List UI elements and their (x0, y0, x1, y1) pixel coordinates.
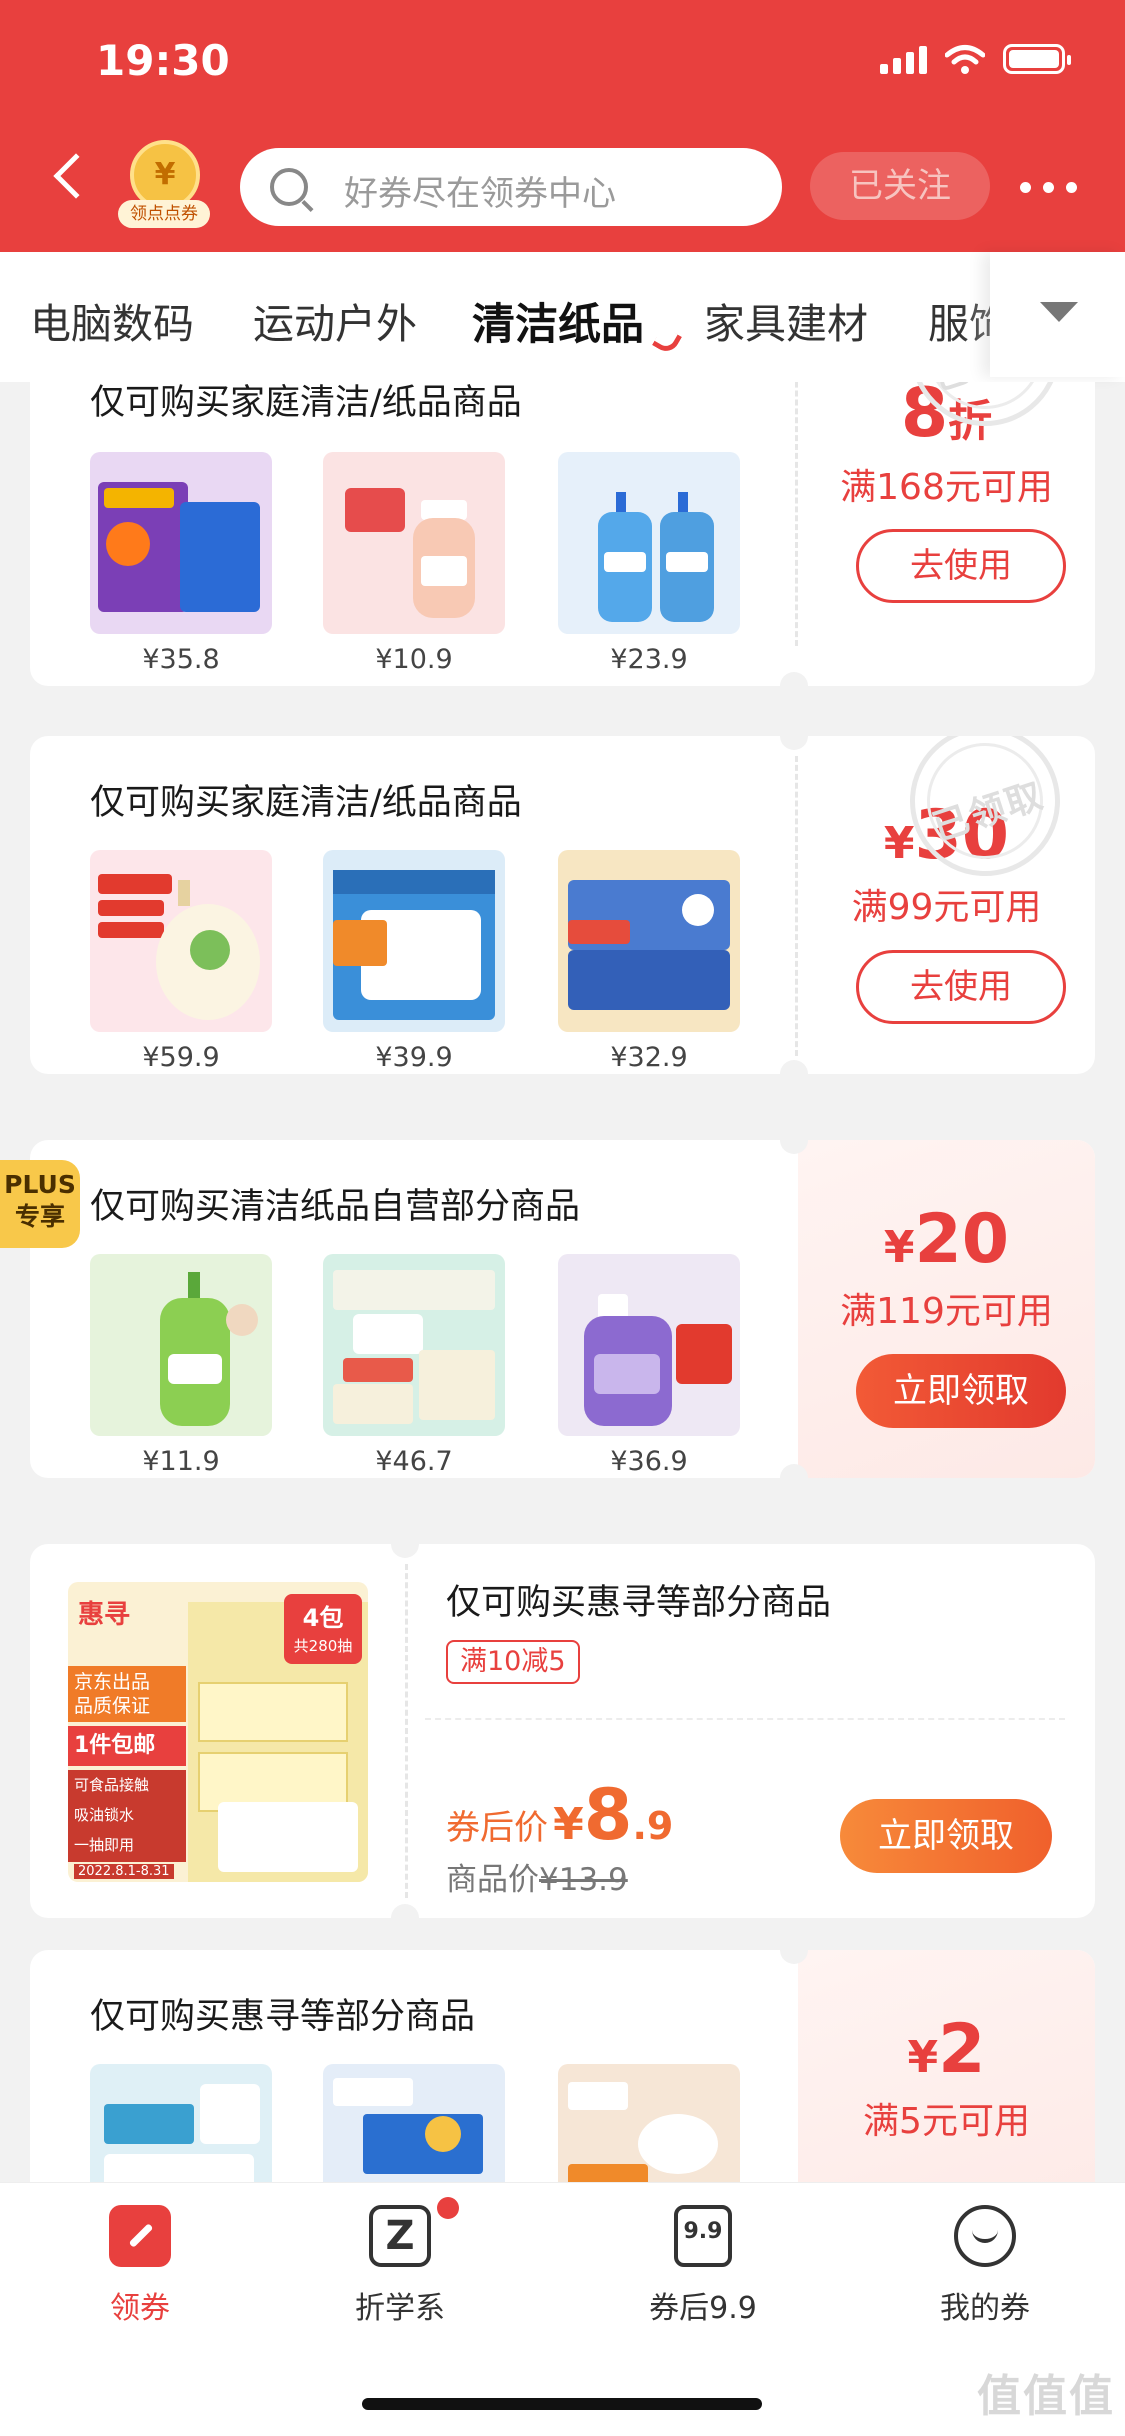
cotton-pads-image (558, 2064, 740, 2182)
product-price: ¥36.9 (610, 1446, 688, 1477)
coupon-ticket-icon (107, 2203, 173, 2269)
original-price: 商品价¥13.9 (446, 1862, 628, 1898)
handwash-bottle-image (323, 452, 505, 634)
back-arrow-icon[interactable] (53, 153, 99, 199)
claim-coupon-button[interactable]: 立即领取 (856, 1354, 1066, 1428)
tissue-box-image (323, 850, 505, 1032)
product-price: ¥32.9 (610, 1042, 688, 1073)
tab-outdoor[interactable]: 运动户外 (253, 290, 417, 350)
search-input[interactable]: 好券尽在领券中心 (240, 148, 782, 226)
follow-button[interactable]: 已关注 (810, 152, 990, 220)
tab-furniture[interactable]: 家具建材 (704, 290, 868, 350)
product-item[interactable]: ¥59.9 (90, 850, 272, 1073)
coin-badge-label: 领点点券 (118, 200, 210, 228)
nav-after-coupon-99[interactable]: 9.9 券后9.9 (603, 2203, 803, 2327)
signal-icon (880, 46, 927, 74)
wifi-icon (945, 45, 985, 74)
handwash-pair-image (558, 452, 740, 634)
coupon-condition: 满168元可用 (840, 467, 1053, 508)
discount-tag: 满10减5 (446, 1640, 580, 1684)
product-item[interactable]: ¥11.9 (90, 1254, 272, 1477)
product-item[interactable]: ¥10.9 (323, 452, 505, 675)
detergent-pack-image (90, 452, 272, 634)
watermark: 值值值 (977, 2371, 1115, 2422)
top-header: 19:30 ¥ 领点点券 好券尽在领券中心 已关注 (0, 0, 1125, 252)
coupon-card: 仅可购买清洁纸品自营部分商品 ¥11.9 ¥46.7 ¥36.9 ¥20 满11… (30, 1140, 1095, 1478)
coupon-condition: 满119元可用 (840, 1291, 1053, 1332)
coupon-condition: 满99元可用 (851, 887, 1042, 928)
home-indicator (362, 2398, 762, 2410)
coupon-side: ¥2 满5元可用 (798, 1950, 1095, 2182)
featured-product-image: 惠寻 4包 共280抽 京东出品 品质保证 1件包邮 可食品接触 吸油锁水 一抽… (68, 1582, 368, 1882)
category-tabs: 电脑数码 运动户外 清洁纸品 家具建材 服饰 (0, 252, 1125, 382)
product-item[interactable]: ¥35.8 (90, 452, 272, 675)
tabs-dropdown-button[interactable] (990, 252, 1125, 377)
body-wash-image (90, 850, 272, 1032)
coupon-card: 仅可购买家庭清洁/纸品商品 ¥35.8 ¥10.9 ¥23.9 8折 满168元… (30, 382, 1095, 686)
product-price: ¥35.8 (142, 644, 220, 675)
tissue-pack-image (558, 850, 740, 1032)
after-coupon-price: 券后价 ¥8.9 (446, 1774, 674, 1856)
product-price: ¥11.9 (142, 1446, 220, 1477)
status-time: 19:30 (96, 36, 230, 85)
product-item[interactable]: ¥23.9 (558, 452, 740, 675)
coupon-title: 仅可购买清洁纸品自营部分商品 (90, 1187, 581, 1227)
search-icon (270, 168, 308, 206)
notification-dot (437, 2197, 459, 2219)
handwash-green-image (90, 1254, 272, 1436)
nav-my-coupons[interactable]: 我的券 (885, 2203, 1085, 2327)
coupon-side: 8折 满168元可用 去使用 (798, 382, 1095, 686)
product-price: ¥10.9 (375, 644, 453, 675)
featured-title: 仅可购买惠寻等部分商品 (446, 1583, 832, 1623)
coupon-title: 仅可购买家庭清洁/纸品商品 (90, 783, 522, 823)
use-coupon-button[interactable]: 去使用 (856, 529, 1066, 603)
coupon-side: ¥20 满119元可用 立即领取 (798, 1140, 1095, 1478)
product-price: ¥46.7 (375, 1446, 453, 1477)
product-price: ¥59.9 (142, 1042, 220, 1073)
product-price: ¥23.9 (610, 644, 688, 675)
product-item[interactable]: ¥36.9 (558, 1254, 740, 1477)
tissue-bulk-image (323, 1254, 505, 1436)
coupon-card: 仅可购买惠寻等部分商品 ¥2 满5元可用 (30, 1950, 1095, 2182)
chevron-down-icon (1040, 302, 1078, 322)
floss-pack-image (90, 2064, 272, 2182)
product-item[interactable] (558, 2064, 740, 2182)
coupon-amount: ¥20 (883, 1200, 1010, 1279)
more-icon[interactable] (1020, 182, 1077, 193)
coupon-title: 仅可购买家庭清洁/纸品商品 (90, 383, 522, 423)
battery-pack-image (323, 2064, 505, 2182)
nav-zhexuexi[interactable]: Z 折学系 (300, 2197, 500, 2327)
tab-cleaning[interactable]: 清洁纸品 (472, 290, 644, 352)
search-placeholder: 好券尽在领券中心 (344, 174, 616, 214)
status-icons (880, 44, 1071, 74)
softener-bottle-image (558, 1254, 740, 1436)
product-item[interactable] (90, 2064, 272, 2182)
coupon-card: 仅可购买家庭清洁/纸品商品 ¥59.9 ¥39.9 ¥32.9 ¥30 满99元… (30, 736, 1095, 1074)
coupon-list: 仅可购买家庭清洁/纸品商品 ¥35.8 ¥10.9 ¥23.9 8折 满168元… (0, 382, 1125, 2182)
product-item[interactable]: ¥46.7 (323, 1254, 505, 1477)
use-coupon-button[interactable]: 去使用 (856, 950, 1066, 1024)
coupon-amount: ¥2 (907, 2010, 986, 2089)
coin-badge[interactable]: ¥ 领点点券 (118, 140, 210, 232)
product-item[interactable]: ¥32.9 (558, 850, 740, 1073)
featured-product-card[interactable]: 惠寻 4包 共280抽 京东出品 品质保证 1件包邮 可食品接触 吸油锁水 一抽… (30, 1544, 1095, 1918)
product-item[interactable]: ¥39.9 (323, 850, 505, 1073)
nav-coupons[interactable]: 领券 (40, 2203, 240, 2327)
nine-nine-ticket-icon: 9.9 (670, 2203, 736, 2269)
smile-circle-icon (952, 2203, 1018, 2269)
plus-exclusive-badge: PLUS 专享 (0, 1160, 80, 1248)
z-ticket-icon: Z (367, 2197, 459, 2269)
tab-electronics[interactable]: 电脑数码 (30, 290, 194, 350)
battery-icon (1003, 44, 1071, 74)
coupon-title: 仅可购买惠寻等部分商品 (90, 1997, 476, 2037)
product-price: ¥39.9 (375, 1042, 453, 1073)
claim-coupon-button[interactable]: 立即领取 (840, 1799, 1052, 1873)
coupon-condition: 满5元可用 (863, 2101, 1030, 2142)
product-item[interactable] (323, 2064, 505, 2182)
